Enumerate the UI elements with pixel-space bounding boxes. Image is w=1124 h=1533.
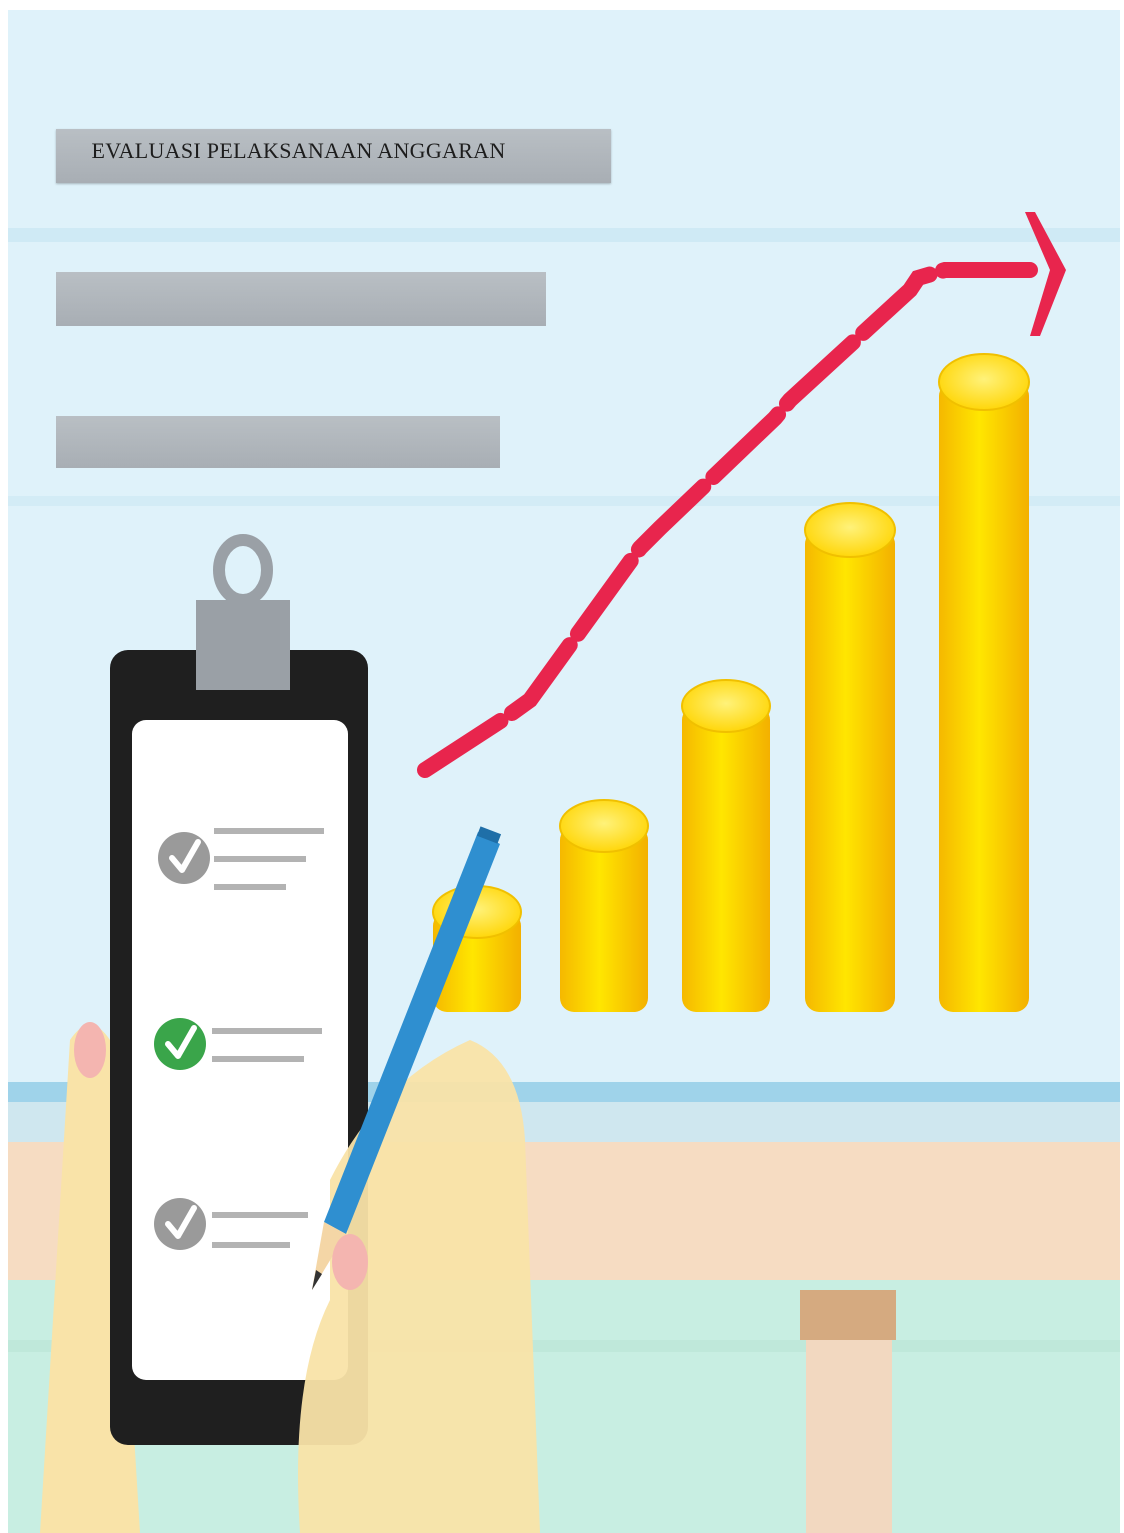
coin-stack-5 bbox=[938, 353, 1030, 1012]
coin-stack-3 bbox=[681, 679, 771, 1012]
finger-nail bbox=[332, 1234, 368, 1290]
background-stripe-top bbox=[8, 228, 1120, 242]
thumb-nail bbox=[74, 1022, 106, 1078]
subtitle-bar-placeholder bbox=[56, 272, 546, 326]
title-banner: EVALUASI PELAKSANAAN ANGGARAN bbox=[56, 129, 611, 183]
clipboard-clip bbox=[196, 600, 290, 690]
check-icon bbox=[158, 832, 210, 884]
coin-stack-2 bbox=[559, 799, 649, 1012]
desk-leg bbox=[806, 1340, 892, 1533]
check-icon bbox=[154, 1198, 206, 1250]
coin-stack-4 bbox=[804, 502, 896, 1012]
subtitle-bar-placeholder-2 bbox=[56, 416, 500, 468]
desk-block bbox=[800, 1290, 896, 1340]
document-title: EVALUASI PELAKSANAAN ANGGARAN bbox=[91, 138, 506, 163]
cover-illustration bbox=[0, 0, 1124, 1533]
check-icon bbox=[154, 1018, 206, 1070]
